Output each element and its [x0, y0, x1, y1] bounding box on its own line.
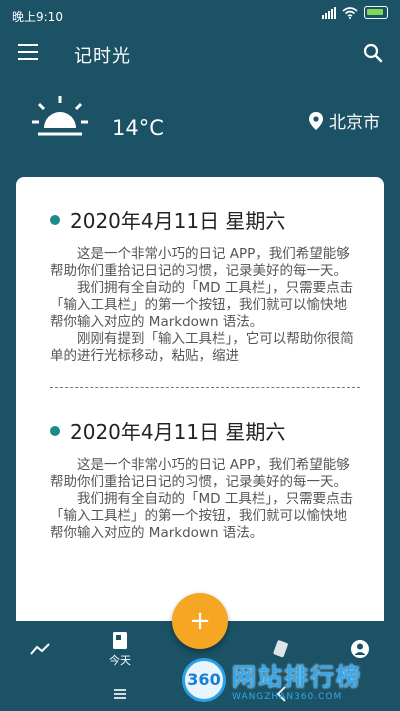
- app-title: 记时光: [74, 46, 131, 67]
- entry-dot-icon: [50, 214, 60, 225]
- entry-paragraph: 这是一个非常小巧的日记 APP，我们希望能够帮助你们重拾记日记的习惯，记录美好的…: [50, 246, 350, 279]
- entry-dot-icon: [50, 425, 60, 436]
- location-pin-icon: [309, 111, 323, 130]
- wifi-icon: [342, 6, 358, 19]
- site-watermark: 360 网站排行榜 WANGZHAN360.COM: [182, 652, 392, 707]
- app-bar: 记时光: [0, 30, 400, 76]
- status-time: 晚上9:10: [12, 10, 63, 24]
- nav-item-trend[interactable]: [0, 621, 80, 676]
- recent-apps-icon[interactable]: [108, 684, 132, 704]
- temperature: 14°C: [112, 116, 164, 140]
- watermark-logo: 360: [182, 657, 226, 702]
- location-label: 北京市: [329, 113, 380, 133]
- entry-paragraph: 这是一个非常小巧的日记 APP，我们希望能够帮助你们重拾记日记的习惯，记录美好的…: [50, 457, 350, 490]
- menu-button[interactable]: [18, 44, 38, 60]
- diary-entry[interactable]: 2020年4月11日 星期六 这是一个非常小巧的日记 APP，我们希望能够帮助你…: [16, 177, 384, 365]
- trend-icon: [30, 642, 50, 655]
- status-bar: 晚上9:10: [0, 0, 400, 30]
- nav-label-today: 今天: [109, 653, 131, 667]
- nav-item-today[interactable]: 今天: [80, 621, 160, 676]
- location[interactable]: 北京市: [309, 108, 380, 133]
- entry-date: 2020年4月11日 星期六: [70, 420, 286, 444]
- diary-entry[interactable]: 2020年4月11日 星期六 这是一个非常小巧的日记 APP，我们希望能够帮助你…: [16, 388, 384, 542]
- entry-date: 2020年4月11日 星期六: [70, 209, 286, 233]
- status-icons: [322, 6, 388, 19]
- sun-icon: [32, 96, 88, 136]
- book-icon: [113, 631, 127, 649]
- weather-panel: 14°C 北京市: [0, 76, 400, 176]
- entry-paragraph: 刚刚有提到「输入工具栏」，它可以帮助你很简单的进行光标移动，粘贴，缩进: [50, 331, 354, 364]
- signal-icon: [322, 6, 336, 19]
- battery-icon: [364, 6, 388, 19]
- watermark-title: 网站排行榜: [232, 663, 362, 691]
- diary-card[interactable]: 2020年4月11日 星期六 这是一个非常小巧的日记 APP，我们希望能够帮助你…: [16, 177, 384, 647]
- entry-paragraph: 我们拥有全自动的「MD 工具栏」，只需要点击「输入工具栏」的第一个按钮，我们就可…: [50, 491, 354, 541]
- entry-body: 这是一个非常小巧的日记 APP，我们希望能够帮助你们重拾记日记的习惯，记录美好的…: [50, 457, 360, 542]
- entry-paragraph: 我们拥有全自动的「MD 工具栏」，只需要点击「输入工具栏」的第一个按钮，我们就可…: [50, 280, 354, 330]
- entry-body: 这是一个非常小巧的日记 APP，我们希望能够帮助你们重拾记日记的习惯，记录美好的…: [50, 246, 360, 365]
- add-entry-button[interactable]: +: [172, 593, 228, 649]
- search-icon[interactable]: [362, 42, 384, 64]
- watermark-url: WANGZHAN360.COM: [232, 692, 343, 702]
